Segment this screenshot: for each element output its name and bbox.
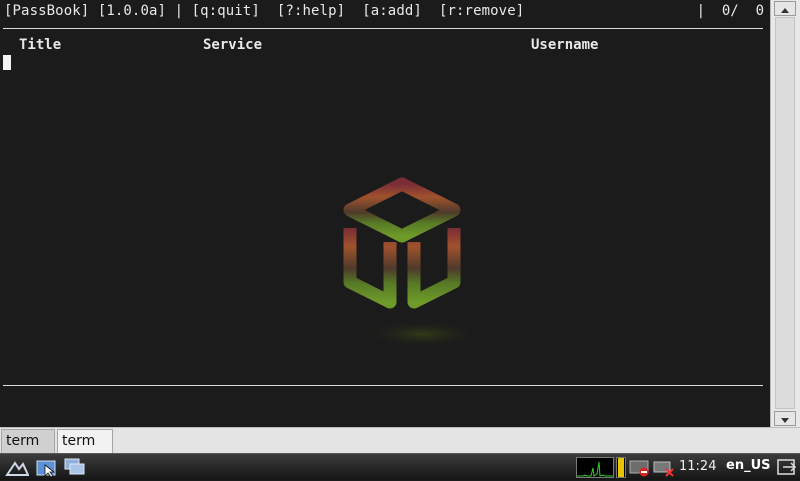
scroll-down-button[interactable] <box>774 411 796 426</box>
terminal-tab-bar: term 0 term 1 <box>0 427 800 471</box>
volume-muted-icon[interactable] <box>628 457 652 477</box>
taskbar-panel: 11:24 en_US <box>0 453 800 480</box>
column-title: Title <box>19 37 62 53</box>
entry-counter: | 0/ 0 <box>696 3 764 19</box>
cpu-graph-icon <box>577 461 613 477</box>
exit-icon[interactable] <box>775 457 799 477</box>
show-desktop-icon[interactable] <box>62 457 86 477</box>
file-manager-icon[interactable] <box>35 457 59 477</box>
network-disconnected-icon[interactable] <box>652 457 676 477</box>
column-username: Username <box>531 37 599 53</box>
network-monitor <box>616 457 626 478</box>
arrow-down-icon <box>781 418 789 423</box>
status-line: [PassBook] [1.0.0a] | [q:quit] [?:help] … <box>4 3 525 19</box>
scroll-thumb[interactable] <box>775 17 795 409</box>
column-service: Service <box>203 37 263 53</box>
clock[interactable]: 11:24 <box>679 459 716 474</box>
terminal-scrollbar[interactable] <box>770 0 800 427</box>
lxde-menu-icon[interactable] <box>5 457 29 477</box>
text-cursor <box>3 55 11 70</box>
top-divider <box>3 28 763 29</box>
cpu-monitor <box>576 457 614 478</box>
arrow-up-icon <box>781 8 789 13</box>
tab-term-0[interactable]: term 0 <box>1 429 55 471</box>
keyboard-locale[interactable]: en_US <box>726 458 771 473</box>
bottom-divider <box>3 385 763 386</box>
scroll-up-button[interactable] <box>774 1 796 16</box>
tab-term-1[interactable]: term 1 <box>57 429 113 471</box>
terminal-window[interactable]: [PassBook] [1.0.0a] | [q:quit] [?:help] … <box>0 0 770 427</box>
netload-bar <box>618 458 624 477</box>
cube-logo-watermark <box>343 177 468 348</box>
